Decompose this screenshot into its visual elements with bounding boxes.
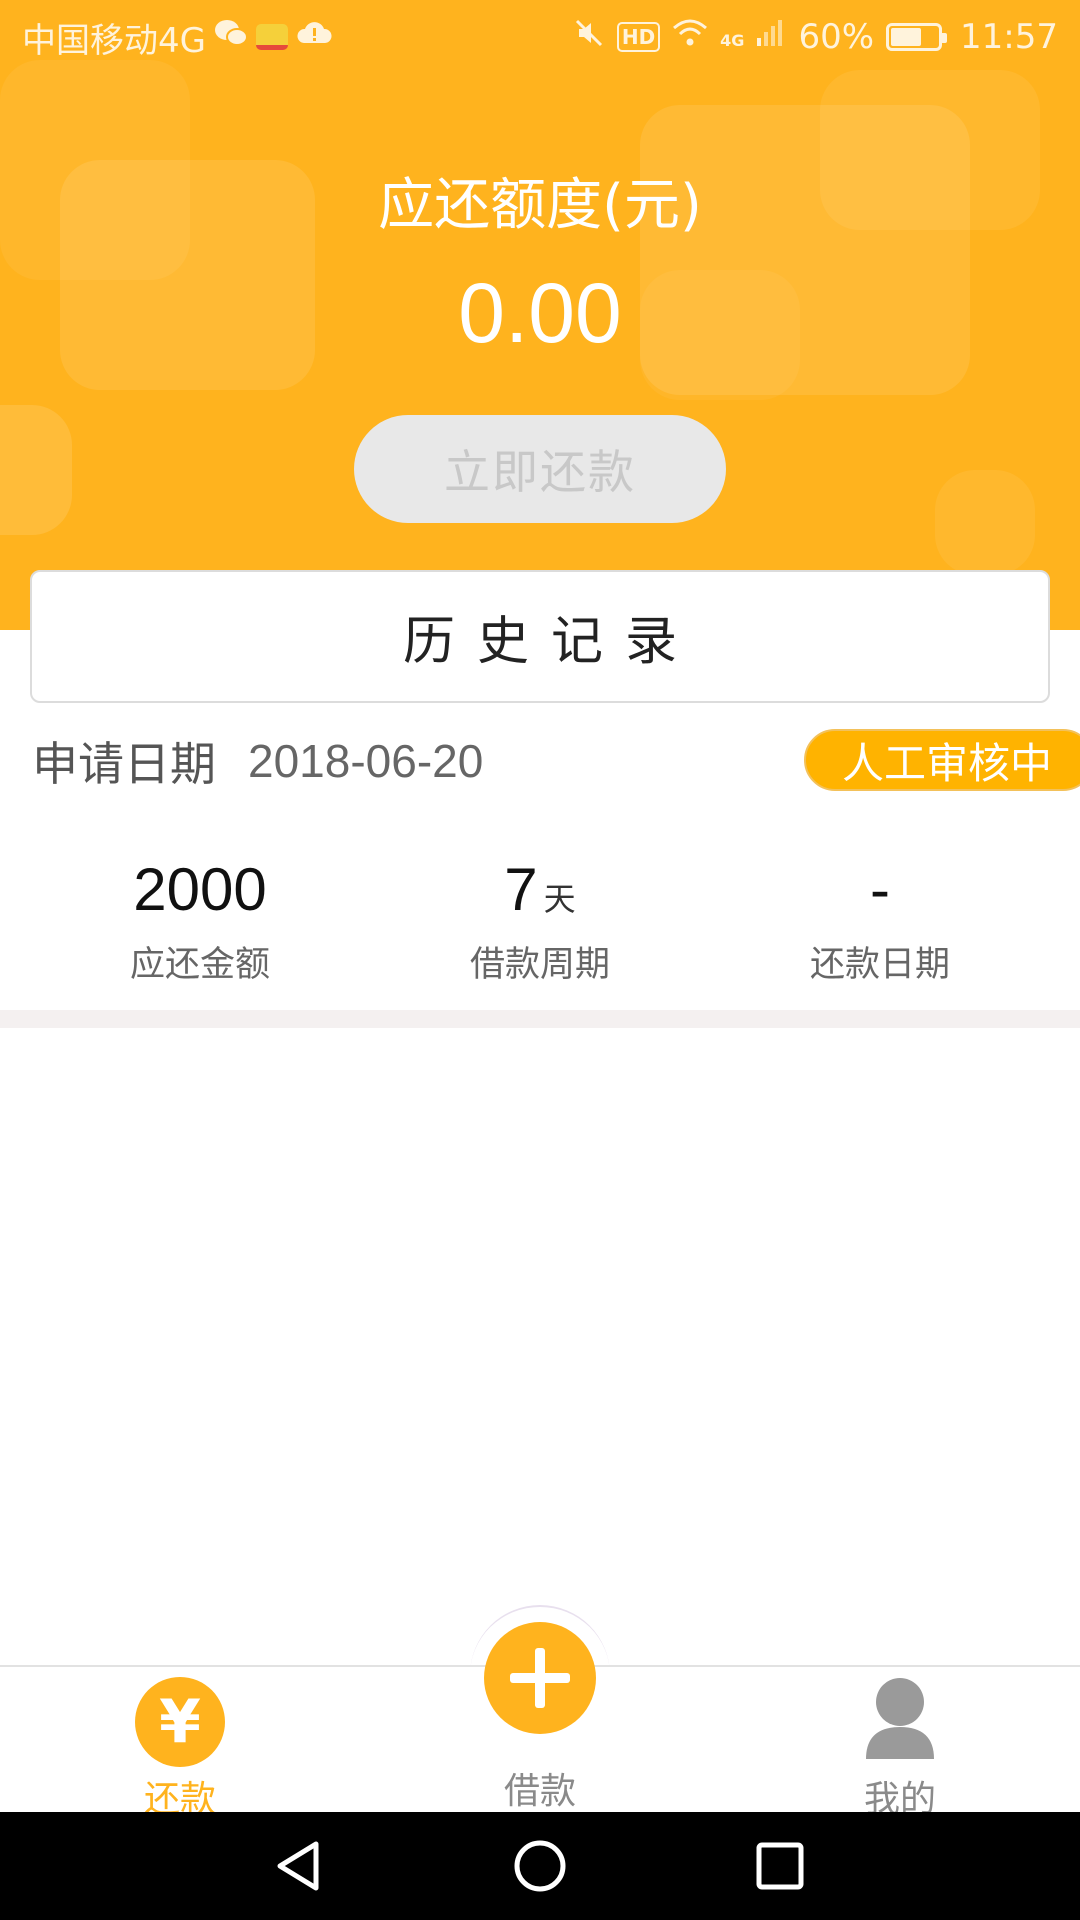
repay-now-button[interactable]: 立即还款 — [354, 415, 726, 523]
wechat-icon — [214, 18, 248, 56]
signal-icon — [756, 18, 786, 56]
stat-amount-due: 2000 应还金额 — [50, 850, 350, 987]
user-icon — [866, 1678, 934, 1759]
date-label: 申请日期 — [32, 737, 216, 791]
clock: 11:57 — [960, 17, 1058, 57]
recents-icon[interactable] — [744, 1830, 816, 1902]
decor-square — [0, 405, 72, 535]
stat-value: 2000 — [133, 856, 267, 923]
stat-repay-date: - 还款日期 — [730, 850, 1030, 987]
stat-loan-period: 7天 借款周期 — [390, 850, 690, 987]
stat-label: 应还金额 — [129, 945, 270, 985]
stat-unit: 天 — [543, 881, 576, 917]
battery-percent: 60% — [798, 17, 875, 57]
system-nav-bar — [0, 1812, 1080, 1920]
stat-label: 还款日期 — [809, 945, 950, 985]
stat-label: 借款周期 — [469, 945, 610, 985]
status-badge: 人工审核中 — [804, 729, 1080, 791]
nav-label-borrow: 借款 — [503, 1771, 576, 1812]
mute-icon — [573, 17, 605, 57]
yuan-icon: ¥ — [135, 1677, 225, 1767]
decor-square — [935, 470, 1035, 575]
status-bar: 中国移动4G HD 4G 60% 11:57 — [0, 0, 1080, 74]
record-stats: 2000 应还金额 7天 借款周期 - 还款日期 — [0, 850, 1080, 985]
battery-icon — [886, 23, 948, 51]
stat-value: - — [870, 856, 890, 923]
application-date: 2018-06-20 — [248, 735, 484, 787]
app-notification-icon — [255, 24, 288, 50]
carrier-label: 中国移动4G — [22, 20, 206, 61]
record-date-row: 申请日期 2018-06-20 — [32, 728, 483, 794]
stat-value: 7 — [504, 856, 538, 923]
history-records-button[interactable]: 历史记录 — [30, 570, 1050, 703]
section-divider — [0, 1010, 1080, 1028]
back-icon[interactable] — [264, 1830, 336, 1902]
borrow-plus-button[interactable] — [484, 1622, 596, 1734]
header-banner: 中国移动4G HD 4G 60% 11:57 应还额度(元) 0.00 立即还款 — [0, 0, 1080, 630]
wifi-icon — [672, 18, 708, 56]
plus-icon — [535, 1648, 545, 1708]
home-icon[interactable] — [504, 1830, 576, 1902]
network-label: 4G — [720, 31, 745, 50]
amount-title: 应还额度(元) — [378, 173, 702, 238]
amount-value: 0.00 — [458, 266, 622, 360]
hd-icon: HD — [616, 22, 661, 52]
cloud-alert-icon — [296, 19, 332, 55]
